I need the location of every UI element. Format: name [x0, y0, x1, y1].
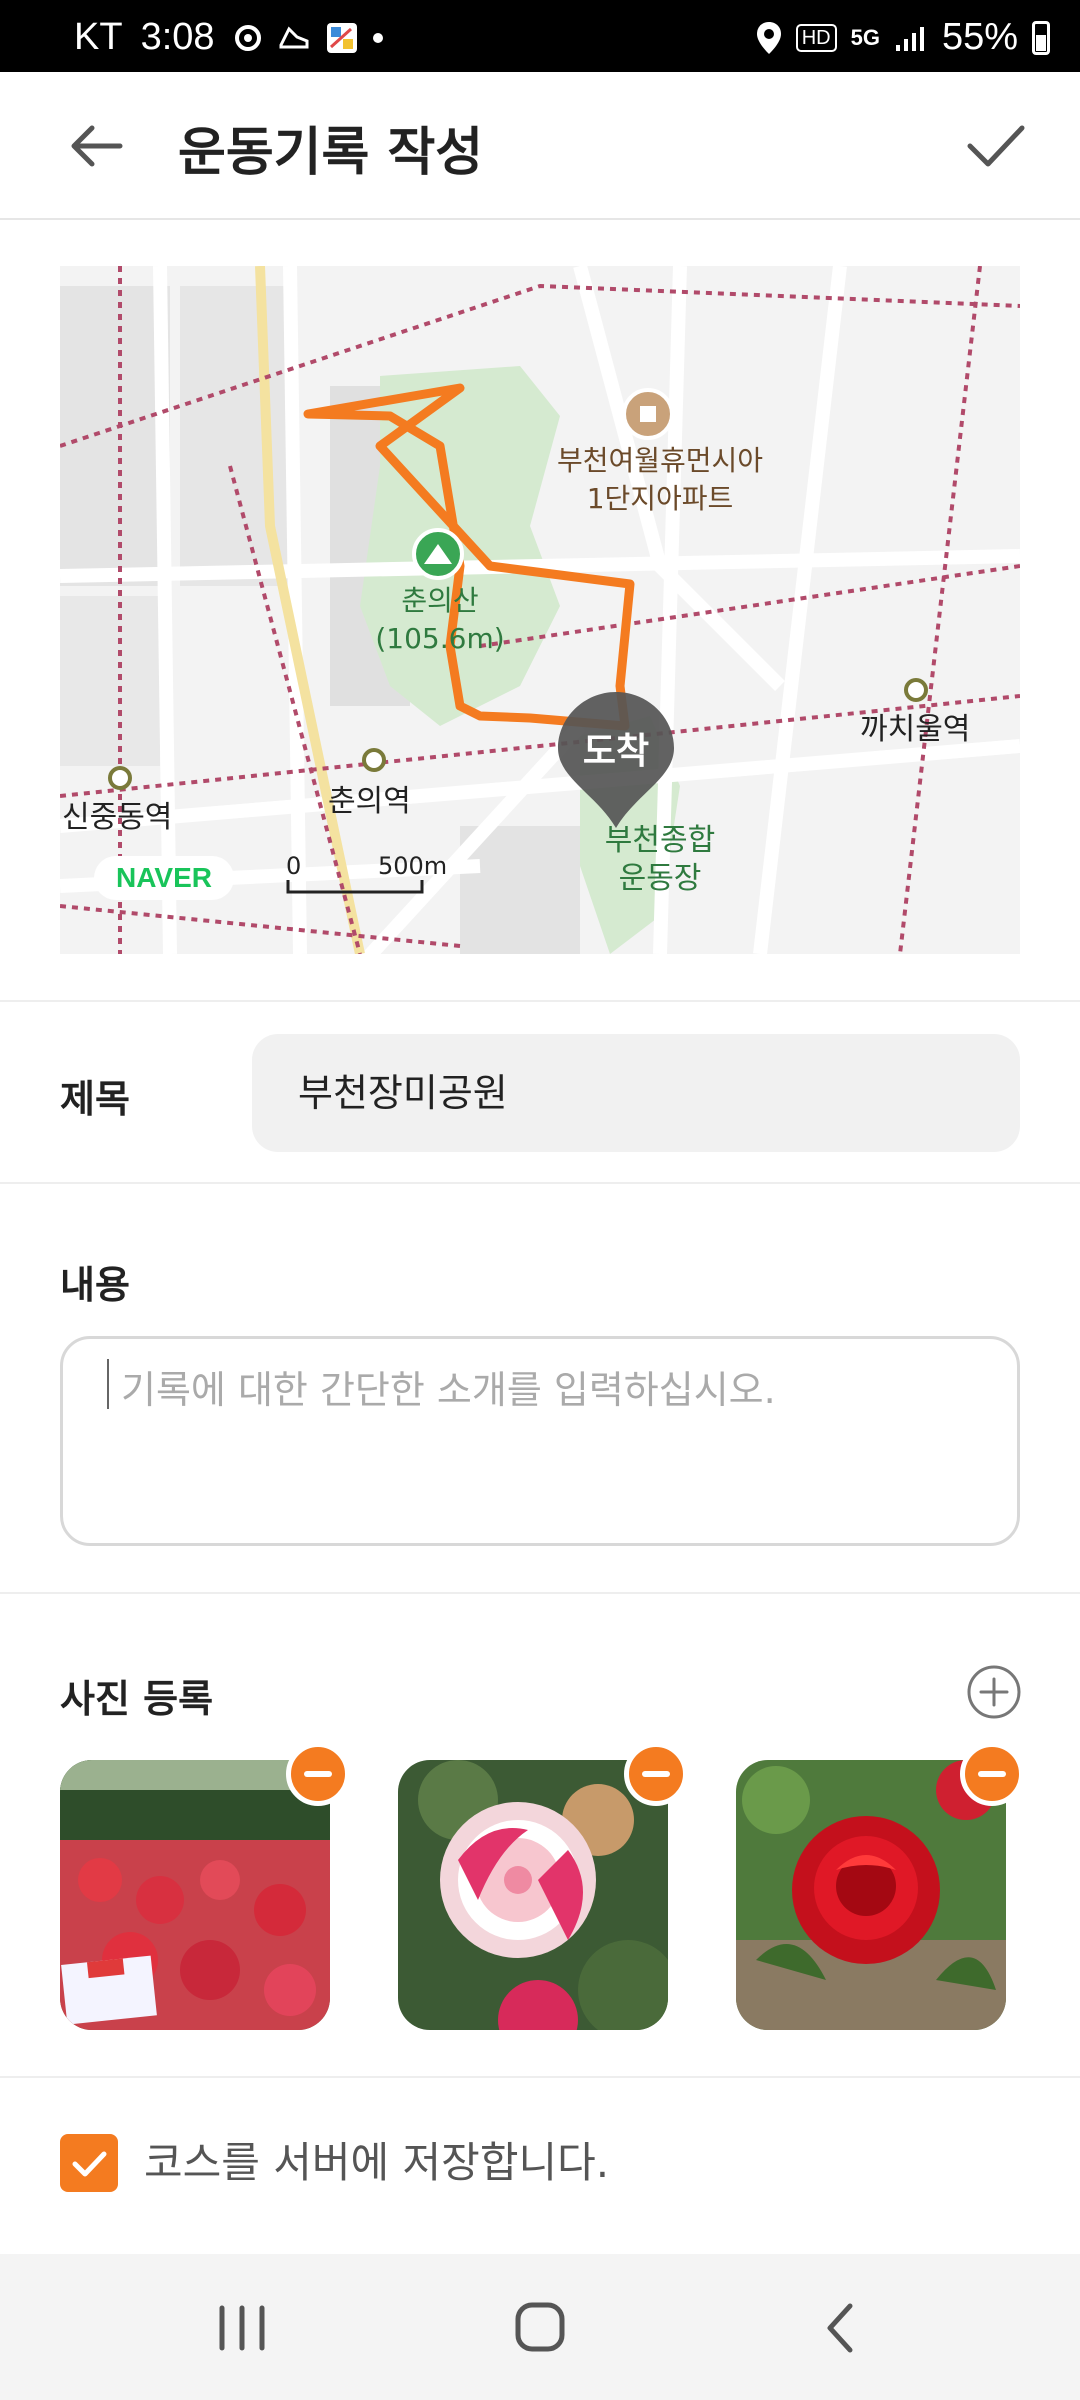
save-course-label[interactable]: 코스를 서버에 저장합니다.	[144, 2134, 609, 2192]
remove-photo-button[interactable]	[960, 1742, 1024, 1806]
location-icon	[756, 21, 781, 54]
title-label: 제목	[60, 1077, 130, 1121]
map-label-apartment: 부천여월휴먼시아 1단지아파트	[556, 444, 764, 515]
content-label: 내용	[60, 1263, 130, 1307]
app-header: 운동기록 작성	[0, 72, 1080, 220]
system-nav-bar	[0, 2254, 1080, 2400]
station-marker-west	[108, 766, 132, 790]
station-marker-east	[904, 678, 928, 702]
white-pink-rose-photo[interactable]	[398, 1760, 668, 2030]
remove-photo-button[interactable]	[286, 1742, 350, 1806]
network-type: 5G	[850, 24, 880, 50]
rose-garden-photo[interactable]	[60, 1760, 330, 2030]
arrival-marker-label: 도착	[582, 731, 650, 772]
back-nav-icon[interactable]	[810, 2300, 874, 2356]
battery-icon	[1032, 20, 1050, 55]
photo-label: 사진 등록	[60, 1677, 214, 1721]
clock: 3:08	[140, 16, 215, 58]
content-placeholder: 기록에 대한 간단한 소개를 입력하십시오.	[121, 1368, 776, 1412]
white-pink-rose-image	[398, 1760, 668, 2030]
signal-icon	[895, 26, 924, 51]
station-marker-center	[362, 748, 386, 772]
scale-bar-icon	[286, 880, 424, 894]
remove-photo-button[interactable]	[624, 1742, 688, 1806]
map-label-stadium: 부천종합 운동장	[604, 823, 716, 896]
notification-dot	[372, 32, 383, 43]
divider	[0, 1182, 1080, 1184]
divider	[0, 1592, 1080, 1594]
apartment-icon	[622, 388, 674, 440]
checkbox-check-icon	[72, 2151, 107, 2177]
route-map[interactable]: 부천여월휴먼시아 1단지아파트 춘의산 (105.6m) 까치울역 신중동역 춘…	[60, 266, 1020, 954]
text-cursor	[107, 1359, 109, 1409]
recent-apps-icon[interactable]	[210, 2300, 274, 2356]
arrival-marker: 도착	[556, 690, 676, 830]
red-rose-image	[736, 1760, 1006, 2030]
page-title: 운동기록 작성	[178, 123, 484, 183]
map-label-station-center: 춘의역	[328, 784, 411, 819]
sync-icon	[234, 24, 261, 51]
hd-badge: HD	[795, 23, 837, 52]
map-canvas	[60, 266, 1020, 954]
rose-garden-image	[60, 1760, 330, 2030]
back-arrow-icon[interactable]	[66, 116, 126, 176]
title-input[interactable]: 부천장미공원	[252, 1034, 1020, 1152]
carrier-label: KT	[74, 16, 123, 58]
divider	[0, 1000, 1080, 1002]
battery-percent: 55%	[941, 16, 1018, 58]
divider	[0, 2076, 1080, 2078]
mountain-icon	[412, 528, 464, 580]
red-rose-photo[interactable]	[736, 1760, 1006, 2030]
naver-logo: NAVER	[94, 856, 234, 900]
save-course-checkbox[interactable]	[60, 2134, 118, 2192]
content-textarea[interactable]: 기록에 대한 간단한 소개를 입력하십시오.	[60, 1336, 1020, 1546]
map-scale: 0 500m	[286, 852, 486, 896]
check-icon[interactable]	[964, 116, 1028, 176]
shoe-icon	[279, 25, 309, 48]
status-bar: KT 3:08 HD 5G 55%	[0, 0, 1080, 72]
map-app-icon	[326, 22, 357, 53]
map-label-station-west: 신중동역	[62, 800, 173, 835]
home-icon[interactable]	[508, 2300, 572, 2356]
map-label-mountain: 춘의산 (105.6m)	[375, 584, 505, 655]
add-photo-icon[interactable]	[966, 1664, 1022, 1720]
map-label-station-east: 까치울역	[860, 712, 971, 747]
